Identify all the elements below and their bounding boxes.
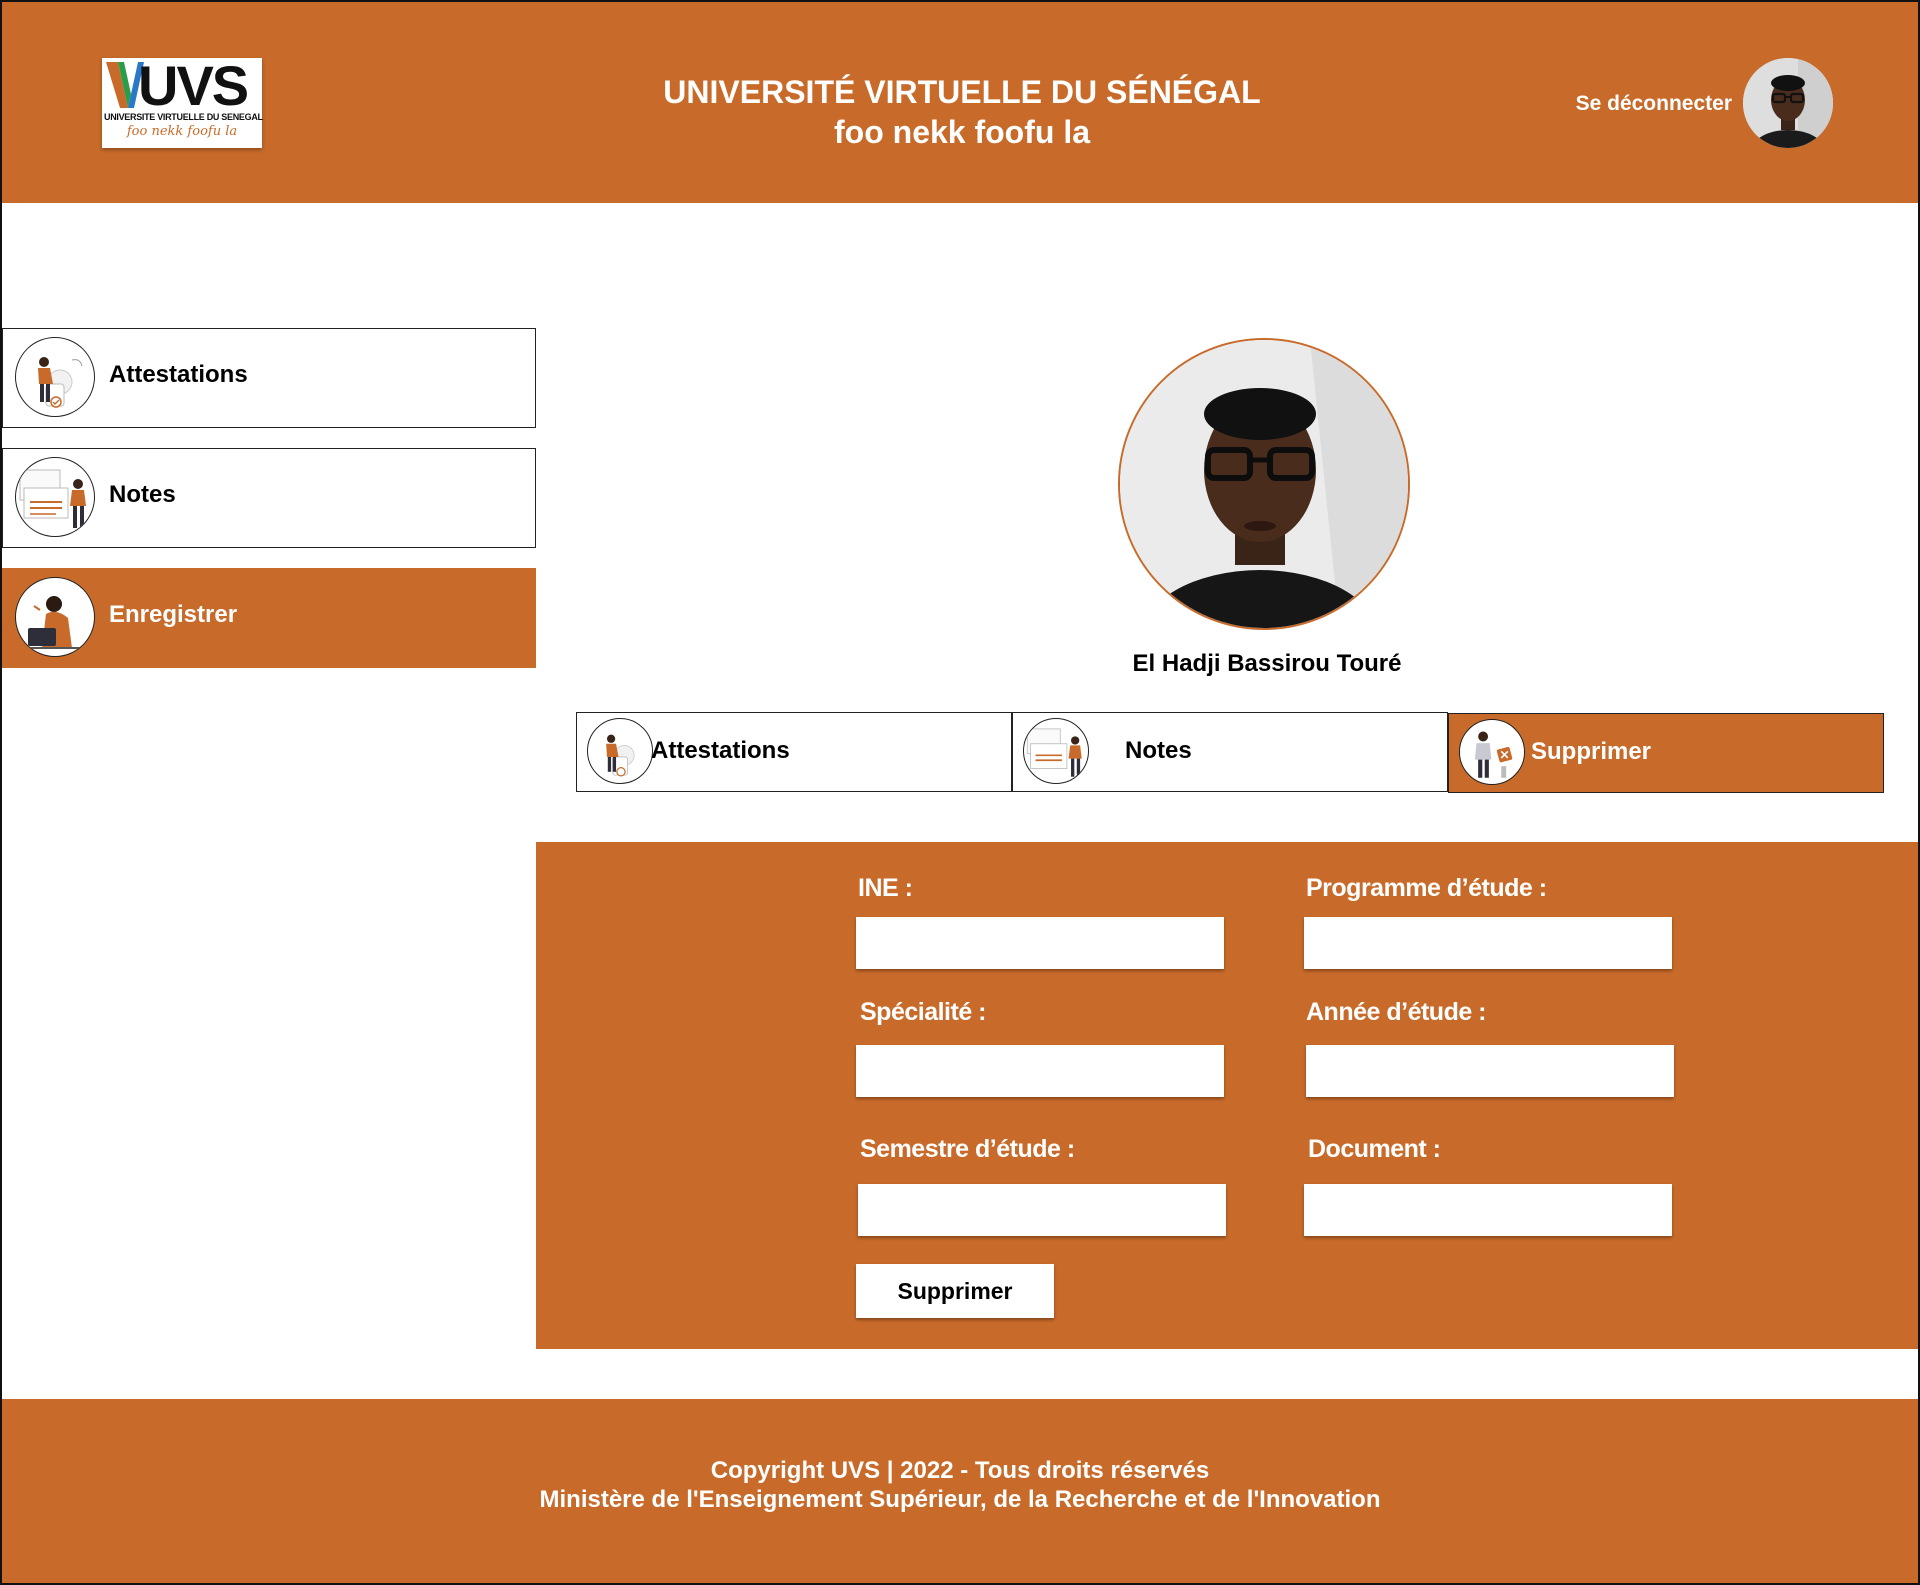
- specialite-label: Spécialité :: [860, 998, 987, 1026]
- profile-photo: [1118, 338, 1410, 630]
- sidebar-item-enregistrer[interactable]: Enregistrer: [2, 568, 536, 668]
- site-title-main: UNIVERSITÉ VIRTUELLE DU SÉNÉGAL: [663, 74, 1261, 110]
- logout-link[interactable]: Se déconnecter: [1576, 92, 1732, 116]
- user-avatar[interactable]: [1743, 58, 1833, 148]
- programme-label: Programme d’étude :: [1306, 874, 1547, 902]
- ine-input[interactable]: [856, 917, 1224, 969]
- sidebar-item-label: Enregistrer: [109, 601, 238, 628]
- ine-label: INE :: [858, 874, 913, 902]
- site-title-motto: foo nekk foofu la: [834, 114, 1090, 150]
- notes-illustration-icon: [15, 457, 95, 537]
- programme-input[interactable]: [1304, 917, 1672, 969]
- attestation-illustration-icon: [587, 718, 653, 784]
- tab-label: Notes: [1125, 737, 1192, 764]
- specialite-input[interactable]: [856, 1045, 1224, 1097]
- document-input[interactable]: [1304, 1184, 1672, 1236]
- notes-illustration-icon: [1023, 718, 1089, 784]
- tab-notes[interactable]: Notes: [1012, 712, 1448, 792]
- tab-label: Supprimer: [1531, 738, 1652, 765]
- sidebar-item-attestations[interactable]: Attestations: [2, 328, 536, 428]
- site-title: UNIVERSITÉ VIRTUELLE DU SÉNÉGAL foo nekk…: [562, 72, 1362, 152]
- attestation-illustration-icon: [15, 337, 95, 417]
- sidebar-item-label: Attestations: [109, 361, 248, 388]
- semestre-label: Semestre d’étude :: [860, 1135, 1075, 1163]
- document-label: Document :: [1308, 1135, 1441, 1163]
- header: UVS UNIVERSITE VIRTUELLE DU SENEGAL foo …: [2, 2, 1918, 203]
- uvs-logo[interactable]: UVS UNIVERSITE VIRTUELLE DU SENEGAL foo …: [102, 54, 263, 148]
- page: UVS UNIVERSITE VIRTUELLE DU SENEGAL foo …: [0, 0, 1920, 1585]
- tab-supprimer[interactable]: Supprimer: [1448, 713, 1884, 793]
- register-illustration-icon: [15, 577, 95, 657]
- annee-label: Année d’étude :: [1306, 998, 1487, 1026]
- tab-label: Attestations: [651, 737, 790, 764]
- user-avatar-photo-icon: [1743, 58, 1833, 148]
- footer-ministry: Ministère de l'Enseignement Supérieur, d…: [539, 1486, 1381, 1513]
- delete-illustration-icon: [1459, 719, 1525, 785]
- logo-motto: foo nekk foofu la: [126, 124, 238, 139]
- footer-copyright: Copyright UVS | 2022 - Tous droits réser…: [710, 1457, 1210, 1484]
- sidebar-item-label: Notes: [109, 481, 176, 508]
- logo-text: UVS: [138, 54, 249, 117]
- logo-fullname: UNIVERSITE VIRTUELLE DU SENEGAL: [104, 112, 263, 122]
- delete-form: INE : Programme d’étude : Spécialité : A…: [536, 842, 1918, 1349]
- profile-name: El Hadji Bassirou Touré: [1132, 650, 1402, 677]
- sidebar-item-notes[interactable]: Notes: [2, 448, 536, 548]
- tab-attestations[interactable]: Attestations: [576, 712, 1012, 792]
- annee-input[interactable]: [1306, 1045, 1674, 1097]
- semestre-input[interactable]: [858, 1184, 1226, 1236]
- supprimer-button[interactable]: Supprimer: [856, 1264, 1054, 1318]
- profile-photo-image-icon: [1120, 340, 1408, 628]
- footer: Copyright UVS | 2022 - Tous droits réser…: [2, 1399, 1918, 1583]
